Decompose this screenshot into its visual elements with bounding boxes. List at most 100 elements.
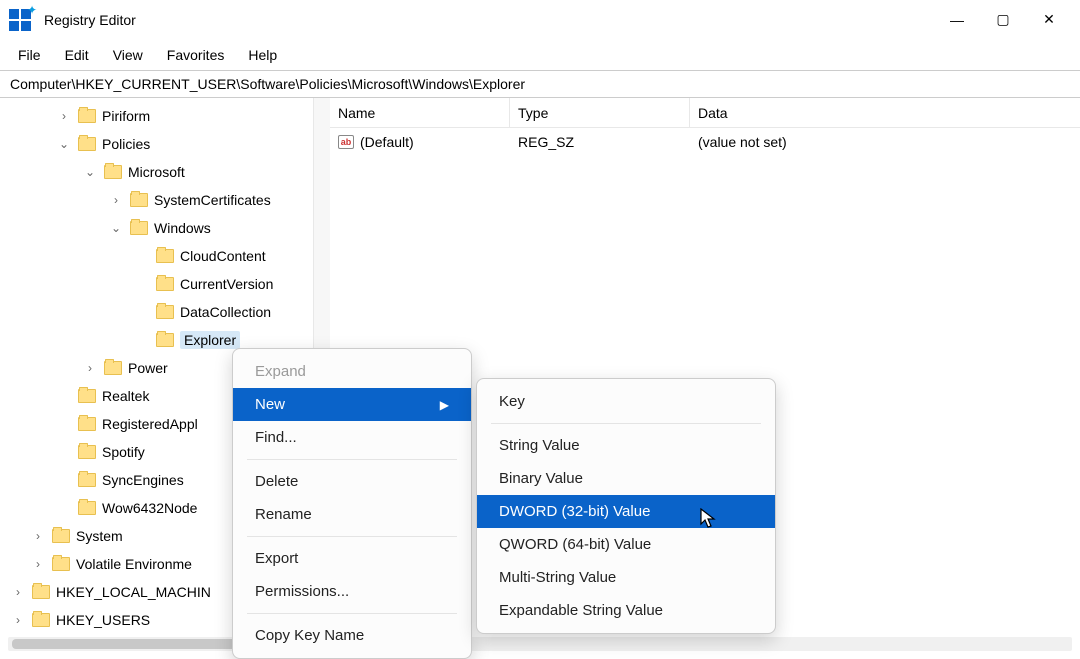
tree-item-label: Volatile Environme: [76, 556, 192, 572]
menu-item[interactable]: Delete: [233, 465, 471, 498]
context-submenu-new: Key String Value Binary Value DWORD (32-bit…: [476, 378, 776, 634]
folder-icon: [156, 249, 174, 263]
minimize-button[interactable]: —: [934, 4, 980, 36]
menu-item[interactable]: Copy Key Name: [233, 619, 471, 652]
tree-item[interactable]: CloudContent: [0, 242, 313, 270]
window-title: Registry Editor: [44, 12, 934, 28]
menu-item-label: Find...: [255, 429, 297, 446]
col-name[interactable]: Name: [330, 98, 510, 127]
menu-view[interactable]: View: [103, 43, 153, 67]
menu-item[interactable]: Permissions...: [233, 575, 471, 608]
folder-icon: [78, 501, 96, 515]
tree-item-label: CloudContent: [180, 248, 266, 264]
menu-favorites[interactable]: Favorites: [157, 43, 235, 67]
list-row[interactable]: ab (Default) REG_SZ (value not set): [330, 128, 1080, 156]
menu-item[interactable]: Export: [233, 542, 471, 575]
tree-expander-icon[interactable]: ›: [56, 109, 72, 123]
tree-item-label: CurrentVersion: [180, 276, 273, 292]
menu-item-label: Expandable String Value: [499, 602, 663, 619]
horizontal-scrollbar[interactable]: [8, 637, 1072, 651]
tree-item-label: Spotify: [102, 444, 145, 460]
tree-item-label: SystemCertificates: [154, 192, 271, 208]
address-path: Computer\HKEY_CURRENT_USER\Software\Poli…: [10, 76, 525, 92]
menu-item[interactable]: Rename: [233, 498, 471, 531]
menu-item-label: Key: [499, 393, 525, 410]
menu-separator: [491, 423, 761, 424]
tree-item[interactable]: CurrentVersion: [0, 270, 313, 298]
tree-item[interactable]: DataCollection: [0, 298, 313, 326]
tree-expander-icon[interactable]: ›: [108, 193, 124, 207]
menu-item-label: QWORD (64-bit) Value: [499, 536, 651, 553]
folder-icon: [78, 389, 96, 403]
menu-item[interactable]: QWORD (64-bit) Value: [477, 528, 775, 561]
menu-item[interactable]: Key: [477, 385, 775, 418]
folder-icon: [32, 585, 50, 599]
col-data[interactable]: Data: [690, 98, 1080, 127]
menu-item-label: New: [255, 396, 285, 413]
tree-item-label: Wow6432Node: [102, 500, 197, 516]
tree-expander-icon[interactable]: ›: [30, 557, 46, 571]
tree-expander-icon[interactable]: ⌄: [108, 221, 124, 235]
close-button[interactable]: ✕: [1026, 4, 1072, 36]
value-type: REG_SZ: [510, 128, 690, 156]
folder-icon: [104, 165, 122, 179]
tree-item-label: System: [76, 528, 123, 544]
tree-item-label: Explorer: [184, 332, 236, 348]
menu-item[interactable]: New▶: [233, 388, 471, 421]
folder-icon: [130, 193, 148, 207]
menu-item-label: DWORD (32-bit) Value: [499, 503, 650, 520]
folder-icon: [156, 305, 174, 319]
folder-icon: [78, 137, 96, 151]
menu-item-label: Rename: [255, 506, 312, 523]
menu-item-label: Export: [255, 550, 298, 567]
folder-icon: [78, 445, 96, 459]
maximize-button[interactable]: ▢: [980, 4, 1026, 36]
menu-item-label: String Value: [499, 437, 580, 454]
tree-expander-icon[interactable]: ⌄: [82, 165, 98, 179]
tree-item[interactable]: ⌄Microsoft: [0, 158, 313, 186]
tree-item[interactable]: › SystemCertificates: [0, 186, 313, 214]
tree-item[interactable]: ⌄ Policies: [0, 130, 313, 158]
menu-item[interactable]: Multi-String Value: [477, 561, 775, 594]
tree-item[interactable]: › Piriform: [0, 102, 313, 130]
tree-item-label: DataCollection: [180, 304, 271, 320]
folder-icon: [78, 109, 96, 123]
tree-expander-icon[interactable]: ›: [10, 585, 26, 599]
tree-item[interactable]: ⌄Windows: [0, 214, 313, 242]
menu-item[interactable]: Find...: [233, 421, 471, 454]
col-type[interactable]: Type: [510, 98, 690, 127]
tree-item-label: HKEY_LOCAL_MACHIN: [56, 584, 211, 600]
menu-item-label: Copy Key Name: [255, 627, 364, 644]
tree-item-label: RegisteredAppl: [102, 416, 198, 432]
value-name: (Default): [360, 134, 414, 150]
folder-icon: [156, 333, 174, 347]
folder-icon: [78, 473, 96, 487]
value-data: (value not set): [690, 128, 1080, 156]
folder-icon: [130, 221, 148, 235]
tree-expander-icon[interactable]: ›: [30, 529, 46, 543]
menu-edit[interactable]: Edit: [55, 43, 99, 67]
menu-item[interactable]: Expandable String Value: [477, 594, 775, 627]
context-menu: ExpandNew▶Find...DeleteRenameExportPermi…: [232, 348, 472, 659]
menu-item-label: Multi-String Value: [499, 569, 616, 586]
tree-expander-icon[interactable]: ›: [10, 613, 26, 627]
tree-expander-icon[interactable]: ⌄: [56, 137, 72, 151]
tree-item-label: Realtek: [102, 388, 149, 404]
menu-item[interactable]: DWORD (32-bit) Value: [477, 495, 775, 528]
menu-item[interactable]: Binary Value: [477, 462, 775, 495]
address-bar[interactable]: Computer\HKEY_CURRENT_USER\Software\Poli…: [0, 70, 1080, 98]
tree-item-label: SyncEngines: [102, 472, 184, 488]
menu-help[interactable]: Help: [238, 43, 287, 67]
list-header: Name Type Data: [330, 98, 1080, 128]
tree-item-label: Policies: [102, 136, 150, 152]
folder-icon: [104, 361, 122, 375]
tree-expander-icon[interactable]: ›: [82, 361, 98, 375]
folder-icon: [52, 557, 70, 571]
menu-file[interactable]: File: [8, 43, 51, 67]
menu-item-label: Delete: [255, 473, 298, 490]
tree-item-label: Piriform: [102, 108, 150, 124]
menu-item[interactable]: String Value: [477, 429, 775, 462]
folder-icon: [32, 613, 50, 627]
tree-item-label: Power: [128, 360, 168, 376]
menubar: File Edit View Favorites Help: [0, 40, 1080, 70]
